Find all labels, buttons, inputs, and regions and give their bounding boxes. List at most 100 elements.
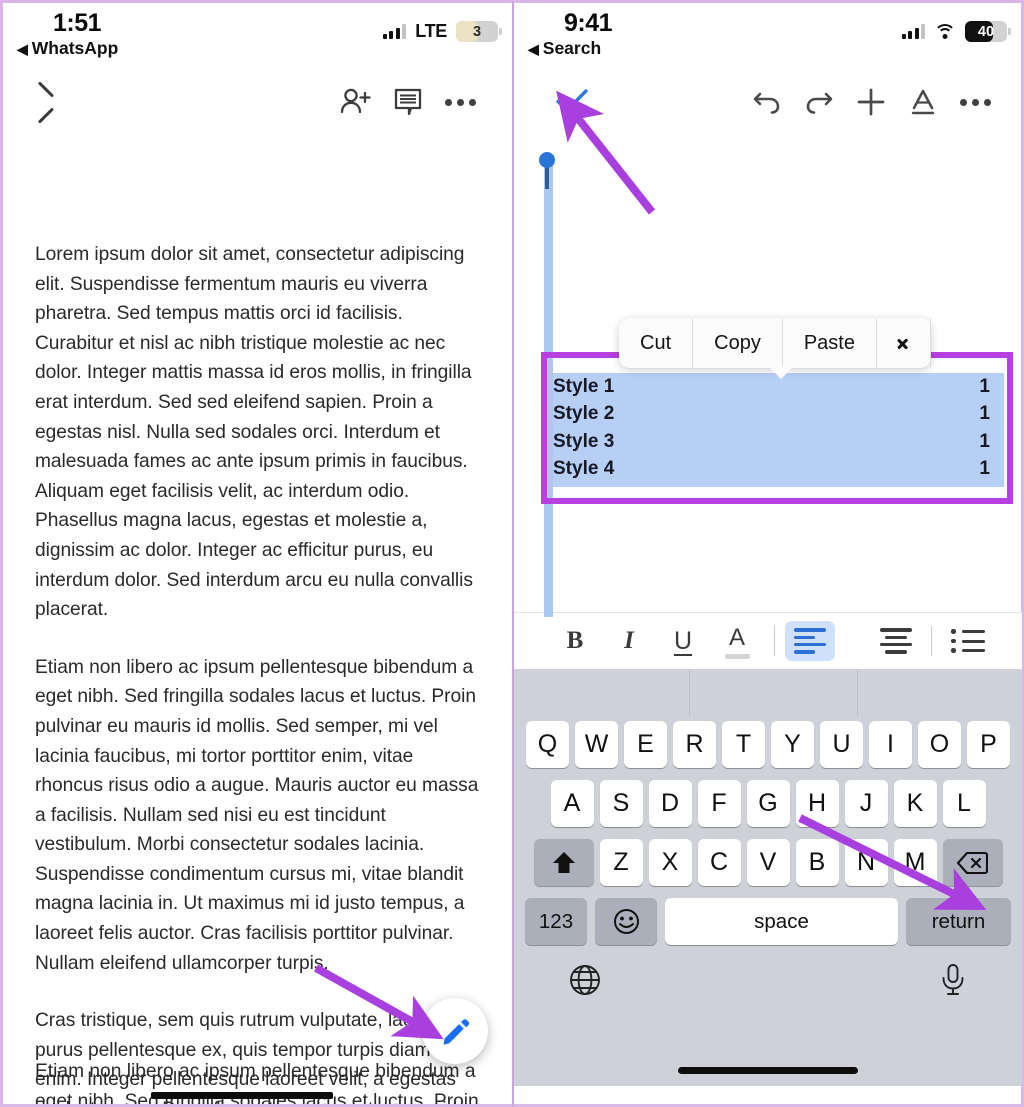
key-c[interactable]: C xyxy=(697,839,741,886)
more-options-button[interactable] xyxy=(434,77,486,127)
text-color-button[interactable]: A xyxy=(710,620,764,662)
key-x[interactable]: X xyxy=(648,839,692,886)
done-button[interactable] xyxy=(546,77,598,127)
key-h[interactable]: H xyxy=(795,780,839,827)
key-d[interactable]: D xyxy=(648,780,692,827)
key-v[interactable]: V xyxy=(746,839,790,886)
keyboard-row-4: 123 space return xyxy=(517,898,1019,945)
key-m[interactable]: M xyxy=(893,839,937,886)
battery-icon: 40 xyxy=(965,21,1011,42)
backspace-key[interactable] xyxy=(942,839,1003,886)
back-button[interactable] xyxy=(33,77,85,127)
key-z[interactable]: Z xyxy=(599,839,643,886)
bold-button[interactable]: B xyxy=(548,620,602,662)
context-menu-paste[interactable]: Paste xyxy=(783,318,877,368)
align-center-button[interactable] xyxy=(871,621,921,661)
keyboard-row-2: A S D F G H J K L xyxy=(517,780,1019,827)
selected-text-block[interactable]: Style 1 1 Style 2 1 Style 3 1 Style 4 1 xyxy=(551,373,1004,487)
right-edit-toolbar xyxy=(514,69,1021,135)
status-indicators: LTE 3 xyxy=(382,21,502,42)
battery-level-label: 3 xyxy=(472,23,482,40)
align-left-button[interactable] xyxy=(785,621,835,661)
insert-button[interactable] xyxy=(845,77,897,127)
key-u[interactable]: U xyxy=(820,721,863,768)
right-bottom-stack: B I U A Q W E R T Y U I O P A S D F G H … xyxy=(514,612,1022,1086)
selection-left-bar xyxy=(544,165,553,617)
key-n[interactable]: N xyxy=(844,839,888,886)
status-time: 1:51 xyxy=(53,9,102,37)
style-label: Style 4 xyxy=(553,458,615,480)
more-horizontal-icon xyxy=(444,98,476,106)
comment-icon xyxy=(394,88,422,116)
prediction-bar[interactable] xyxy=(517,669,1019,717)
key-r[interactable]: R xyxy=(673,721,716,768)
key-j[interactable]: J xyxy=(844,780,888,827)
key-a[interactable]: A xyxy=(550,780,594,827)
text-context-menu: Cut Copy Paste xyxy=(619,318,931,379)
edit-fab-button[interactable] xyxy=(422,998,488,1064)
key-e[interactable]: E xyxy=(624,721,667,768)
key-b[interactable]: B xyxy=(795,839,839,886)
screenshot-root: 1:51 ◀ WhatsApp LTE 3 Lorem ipsum dolor … xyxy=(0,0,1024,1107)
back-app-label: WhatsApp xyxy=(31,38,119,58)
emoji-key[interactable] xyxy=(595,898,657,945)
redaction-bar xyxy=(151,1092,333,1099)
key-o[interactable]: O xyxy=(918,721,961,768)
context-menu-copy[interactable]: Copy xyxy=(693,318,783,368)
key-w[interactable]: W xyxy=(575,721,618,768)
status-indicators: 40 xyxy=(901,21,1011,42)
key-g[interactable]: G xyxy=(746,780,790,827)
keyboard-bottom-row xyxy=(517,953,1019,1002)
selection-start-handle[interactable] xyxy=(539,152,555,168)
context-menu-more[interactable] xyxy=(877,318,931,368)
format-text-button[interactable] xyxy=(897,77,949,127)
key-p[interactable]: P xyxy=(967,721,1010,768)
document-text-area[interactable]: Lorem ipsum dolor sit amet, consectetur … xyxy=(3,135,512,1104)
return-key[interactable]: return xyxy=(906,898,1011,945)
pencil-icon xyxy=(443,1018,469,1045)
undo-button[interactable] xyxy=(741,77,793,127)
status-back-to-app[interactable]: ◀ Search xyxy=(528,38,601,59)
prediction-divider xyxy=(689,669,690,717)
text-color-a-label: A xyxy=(728,623,745,651)
key-l[interactable]: L xyxy=(942,780,986,827)
space-key[interactable]: space xyxy=(665,898,898,945)
globe-key[interactable] xyxy=(569,964,601,1001)
list-item: Style 3 1 xyxy=(551,428,990,456)
style-value: 1 xyxy=(979,375,990,397)
key-s[interactable]: S xyxy=(599,780,643,827)
status-time: 9:41 xyxy=(564,9,613,37)
bullet-list-icon xyxy=(951,629,987,653)
emoji-smiley-icon xyxy=(613,909,639,934)
context-menu-cut[interactable]: Cut xyxy=(619,318,694,368)
document-paragraph: Lorem ipsum dolor sit amet, consectetur … xyxy=(35,244,473,621)
more-options-button[interactable] xyxy=(949,77,1001,127)
key-f[interactable]: F xyxy=(697,780,741,827)
right-status-bar: 9:41 ◀ Search 40 xyxy=(514,3,1021,69)
bullet-list-button[interactable] xyxy=(942,620,996,662)
key-q[interactable]: Q xyxy=(526,721,569,768)
add-person-button[interactable] xyxy=(330,77,382,127)
numbers-key[interactable]: 123 xyxy=(525,898,587,945)
list-item: Style 2 1 xyxy=(551,401,990,429)
shift-key[interactable] xyxy=(533,839,594,886)
ios-keyboard: Q W E R T Y U I O P A S D F G H J K L Z … xyxy=(514,669,1022,1086)
key-t[interactable]: T xyxy=(722,721,765,768)
underline-button[interactable]: U xyxy=(656,620,710,662)
prediction-divider xyxy=(857,669,858,717)
key-i[interactable]: I xyxy=(869,721,912,768)
back-triangle-icon: ◀ xyxy=(17,40,28,57)
style-value: 1 xyxy=(979,403,990,425)
dictation-key[interactable] xyxy=(939,963,967,1002)
comment-button[interactable] xyxy=(382,77,434,127)
network-type-label: LTE xyxy=(415,21,447,41)
italic-button[interactable]: I xyxy=(602,620,656,662)
toolbar-divider xyxy=(931,626,932,656)
shift-up-arrow-icon xyxy=(552,851,575,873)
key-y[interactable]: Y xyxy=(771,721,814,768)
key-k[interactable]: K xyxy=(893,780,937,827)
redo-button[interactable] xyxy=(793,77,845,127)
battery-level-label: 40 xyxy=(977,23,995,40)
status-back-to-app[interactable]: ◀ WhatsApp xyxy=(17,38,118,59)
globe-language-icon xyxy=(570,965,600,995)
